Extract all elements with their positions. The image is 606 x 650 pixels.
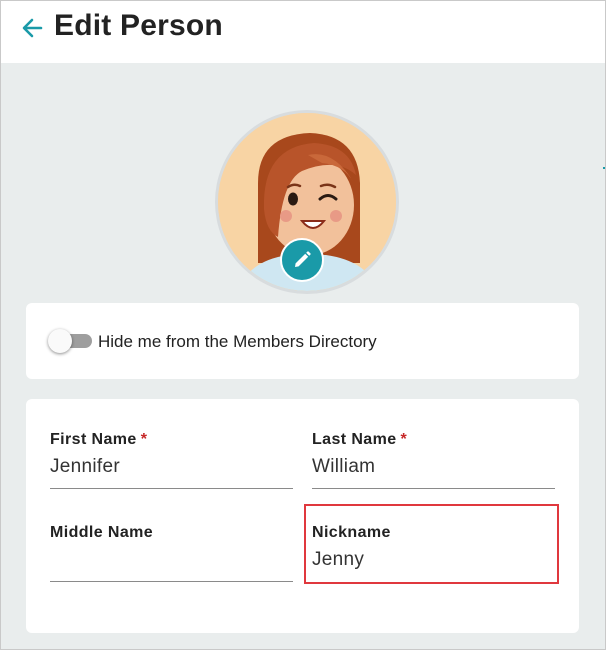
name-fields-card: First Name* Last Name* Middle Name Nickn… xyxy=(26,399,579,633)
page-title: Edit Person xyxy=(54,9,223,42)
first-name-label: First Name xyxy=(50,431,137,448)
field-underline xyxy=(50,488,293,489)
nickname-field: Nickname xyxy=(312,524,555,586)
hide-from-directory-label: Hide me from the Members Directory xyxy=(98,332,377,351)
first-name-field: First Name * xyxy=(50,431,293,493)
nickname-label: Nickname xyxy=(312,524,391,541)
middle-name-field: Middle Name xyxy=(50,524,293,586)
edit-person-screen: Edit Person Hide me from the Members Dir… xyxy=(0,0,606,650)
middle-name-input[interactable] xyxy=(50,547,293,573)
field-underline xyxy=(312,488,555,489)
page-header: Edit Person xyxy=(1,1,605,63)
first-name-input[interactable] xyxy=(50,454,293,480)
hide-from-directory-toggle[interactable] xyxy=(48,329,92,353)
nickname-input[interactable] xyxy=(312,547,555,573)
required-marker: * xyxy=(140,431,148,448)
directory-visibility-card: Hide me from the Members Directory xyxy=(26,303,579,379)
edit-photo-button[interactable] xyxy=(280,238,324,282)
last-name-label: Last Name xyxy=(312,431,397,448)
toggle-thumb xyxy=(48,329,72,353)
arrow-left-icon xyxy=(22,18,43,38)
back-button[interactable] xyxy=(19,13,49,43)
last-name-field: Last Name * xyxy=(312,431,555,493)
last-name-input[interactable] xyxy=(312,454,555,480)
field-underline xyxy=(50,581,293,582)
middle-name-label: Middle Name xyxy=(50,524,154,541)
required-marker: * xyxy=(400,431,408,448)
pencil-icon xyxy=(295,251,311,267)
